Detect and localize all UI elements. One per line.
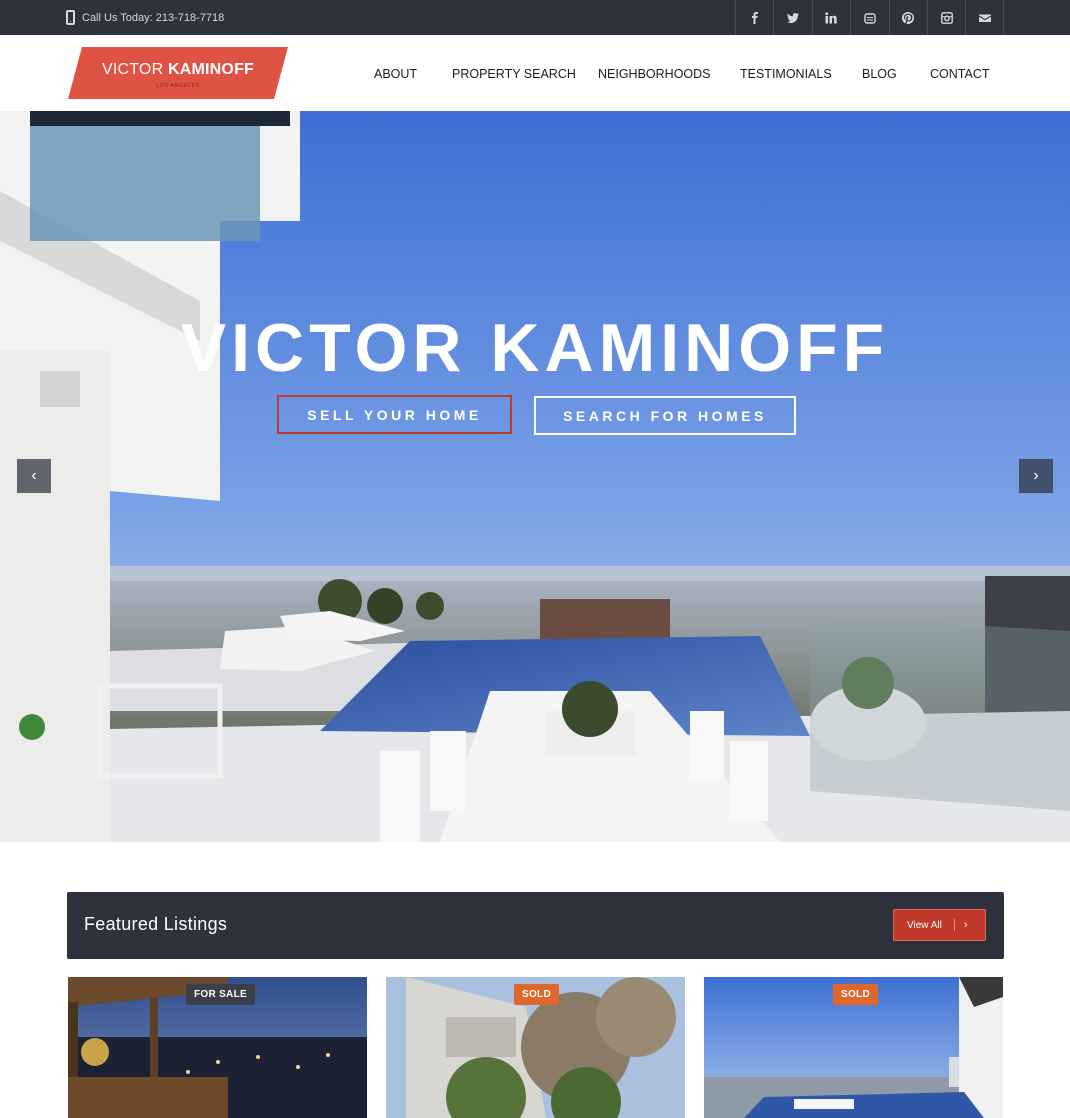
listing-card[interactable]: SOLD (386, 977, 685, 1118)
site-logo[interactable]: VICTOR KAMINOFF LOS ANGELES (68, 47, 288, 99)
site-header: VICTOR KAMINOFF LOS ANGELES ABOUT PROPER… (0, 35, 1070, 111)
pinterest-icon[interactable] (888, 0, 927, 35)
youtube-icon[interactable] (850, 0, 888, 35)
logo-last-name: KAMINOFF (167, 61, 255, 78)
featured-listings-bar: Featured Listings View All › (67, 892, 1004, 959)
view-all-divider (953, 919, 955, 931)
instagram-icon[interactable] (926, 0, 965, 35)
twitter-icon[interactable] (773, 0, 811, 35)
view-all-label: View All (907, 919, 942, 931)
mobile-phone-icon (66, 10, 75, 25)
nav-about[interactable]: ABOUT (374, 67, 417, 81)
status-badge: FOR SALE (186, 984, 255, 1005)
chevron-left-icon: ‹ (31, 467, 37, 484)
logo-first-name: VICTOR (101, 61, 168, 78)
nav-blog[interactable]: BLOG (862, 67, 897, 81)
hero-title: VICTOR KAMINOFF (180, 310, 890, 386)
status-badge: SOLD (514, 984, 559, 1005)
status-badge: SOLD (833, 984, 878, 1005)
nav-testimonials[interactable]: TESTIMONIALS (740, 67, 832, 81)
search-for-homes-button[interactable]: SEARCH FOR HOMES (534, 396, 796, 435)
hero-image (0, 111, 1070, 842)
listing-card[interactable]: FOR SALE (68, 977, 367, 1118)
featured-listings-title: Featured Listings (84, 914, 228, 934)
envelope-icon[interactable] (965, 0, 1004, 35)
logo-name: VICTOR KAMINOFF (68, 61, 288, 79)
linkedin-icon[interactable] (811, 0, 850, 35)
social-links (735, 0, 1004, 35)
sell-your-home-button[interactable]: SELL YOUR HOME (277, 395, 512, 434)
logo-subtitle: LOS ANGELES (156, 83, 200, 89)
chevron-right-icon: › (1033, 467, 1039, 484)
view-all-button[interactable]: View All › (893, 909, 986, 941)
slider-next-button[interactable]: › (1019, 459, 1053, 493)
nav-neighborhoods[interactable]: NEIGHBORHOODS (598, 67, 711, 81)
nav-property-search[interactable]: PROPERTY SEARCH (452, 67, 576, 81)
facebook-icon[interactable] (735, 0, 773, 35)
chevron-right-icon: › (963, 919, 968, 931)
phone-contact[interactable]: Call Us Today: 213-718-7718 (66, 0, 224, 35)
phone-text: Call Us Today: 213-718-7718 (82, 11, 225, 24)
listing-card[interactable]: SOLD (704, 977, 1003, 1118)
slider-prev-button[interactable]: ‹ (17, 459, 51, 493)
nav-contact[interactable]: CONTACT (930, 67, 990, 81)
hero-slider: VICTOR KAMINOFF SELL YOUR HOME SEARCH FO… (0, 111, 1070, 842)
top-bar: Call Us Today: 213-718-7718 (0, 0, 1070, 35)
